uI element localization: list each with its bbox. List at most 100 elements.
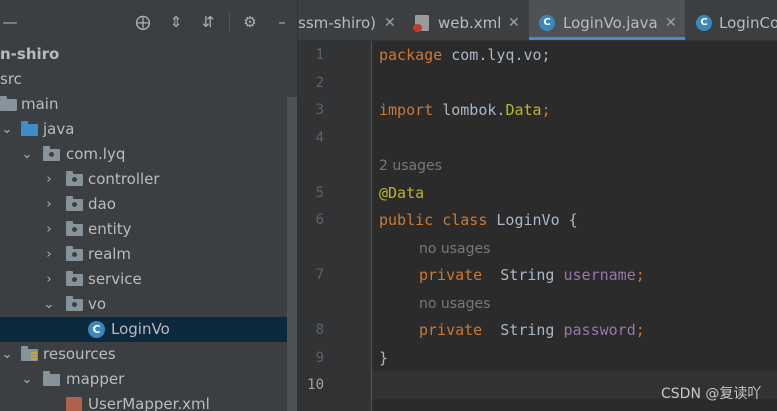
collapse-all-icon[interactable]: ⇵ (198, 12, 218, 32)
tree-item-label: java (43, 120, 75, 138)
close-icon[interactable]: ✕ (508, 0, 520, 40)
toolbar-divider (229, 12, 230, 32)
tree-item-main[interactable]: main (0, 92, 287, 117)
java-class-icon: C (539, 15, 555, 31)
tree-item-dao[interactable]: › dao (0, 192, 287, 217)
chevron-down-icon[interactable]: ⌄ (20, 367, 34, 392)
code-token: String (482, 321, 564, 339)
tree-item-label: UserMapper.xml (88, 395, 210, 411)
package-icon (66, 221, 83, 236)
code-line-5[interactable]: @Data (379, 183, 424, 203)
tree-item-usermapper-xml[interactable]: UserMapper.xml (0, 392, 287, 411)
keyword-token: public class (379, 211, 488, 229)
project-panel: — ⨁ ⇕ ⇵ ⚙ – n-shiro src main ⌄ java ⌄ co… (0, 0, 297, 411)
tree-item-loginvo[interactable]: C LoginVo (0, 317, 287, 342)
chevron-right-icon[interactable]: › (42, 242, 56, 267)
code-token: } (379, 349, 389, 367)
source-folder-icon (21, 121, 38, 136)
resources-folder-icon (21, 346, 38, 361)
tree-item-vo[interactable]: ⌄ vo (0, 292, 287, 317)
line-number: 5 (315, 185, 324, 201)
tab-loginvo-java[interactable]: C LoginVo.java ✕ (529, 0, 685, 40)
keyword-token: import (379, 101, 434, 119)
chevron-down-icon[interactable]: ⌄ (20, 142, 34, 167)
expand-all-icon[interactable]: ⇕ (166, 12, 186, 32)
line-number: 10 (307, 377, 324, 393)
tree-item-service[interactable]: › service (0, 267, 287, 292)
usages-hint[interactable]: no usages (419, 239, 490, 259)
code-token: ; (635, 321, 645, 339)
tree-item-resources[interactable]: ⌄ resources (0, 342, 287, 367)
tree-item-mapper[interactable]: ⌄ mapper (0, 367, 287, 392)
line-number: 1 (315, 47, 324, 63)
tab-web-xml[interactable]: web.xml ✕ (406, 0, 528, 40)
tree-item-label: vo (88, 295, 107, 313)
chevron-right-icon[interactable]: › (42, 167, 56, 192)
tree-item-src[interactable]: src (0, 67, 287, 92)
code-line-8[interactable]: private String password; (419, 320, 645, 340)
tree-item-label: controller (88, 170, 160, 188)
chevron-down-icon[interactable]: ⌄ (0, 342, 14, 367)
project-toolbar: — ⨁ ⇕ ⇵ ⚙ – (0, 0, 297, 40)
tree-item-label: entity (88, 220, 132, 238)
tree-item-label: main (21, 95, 59, 113)
line-number: 9 (315, 350, 324, 366)
tree-item-label: resources (43, 345, 116, 363)
line-number: 7 (315, 267, 324, 283)
usages-hint[interactable]: 2 usages (379, 156, 442, 176)
folder-icon (0, 96, 17, 111)
code-line-3[interactable]: import lombok.Data; (379, 100, 551, 120)
tab-logincontroller[interactable]: C LoginCo (687, 0, 777, 40)
watermark: CSDN @复读吖 (661, 386, 762, 402)
line-number: 8 (315, 322, 324, 338)
tree-item-label: LoginVo (111, 320, 170, 338)
tree-item-com-lyq[interactable]: ⌄ com.lyq (0, 142, 287, 167)
keyword-token: package (379, 46, 443, 64)
code-token: com.lyq.vo; (442, 46, 551, 64)
tab-label: LoginVo.java (563, 14, 658, 32)
line-number: 6 (315, 212, 324, 228)
gear-icon[interactable]: ⚙ (240, 12, 260, 32)
tab-label: web.xml (438, 14, 502, 32)
java-class-icon: C (696, 15, 712, 31)
code-token: lombok. (433, 101, 506, 119)
tree-item-project-root[interactable]: n-shiro (0, 42, 287, 67)
editor-tab-bar: ssm-shiro) ✕ web.xml ✕ C LoginVo.java ✕ … (298, 0, 777, 40)
tree-item-java[interactable]: ⌄ java (0, 117, 287, 142)
xml-file-icon (413, 15, 429, 32)
chevron-down-icon[interactable]: ⌄ (42, 292, 56, 317)
line-number: 4 (315, 130, 324, 146)
package-icon (66, 271, 83, 286)
code-token: ; (541, 101, 551, 119)
locate-icon[interactable]: ⨁ (133, 12, 153, 32)
line-number: 3 (315, 102, 324, 118)
chevron-right-icon[interactable]: › (42, 192, 56, 217)
tree-item-label: dao (88, 195, 116, 213)
chevron-right-icon[interactable]: › (42, 267, 56, 292)
close-icon[interactable]: ✕ (665, 0, 677, 40)
tree-item-realm[interactable]: › realm (0, 242, 287, 267)
code-line-7[interactable]: private String username; (419, 265, 645, 285)
code-line-1[interactable]: package com.lyq.vo; (379, 45, 551, 65)
chevron-right-icon[interactable]: › (42, 217, 56, 242)
tree-item-label: src (0, 70, 22, 88)
package-icon (66, 246, 83, 261)
tree-item-controller[interactable]: › controller (0, 167, 287, 192)
project-scrollbar[interactable] (287, 97, 297, 411)
tree-item-label: realm (88, 245, 132, 263)
code-line-9[interactable]: } (379, 348, 388, 368)
hide-panel-icon[interactable]: – (272, 12, 292, 32)
tree-item-entity[interactable]: › entity (0, 217, 287, 242)
folder-icon (43, 371, 60, 386)
tree-item-label: mapper (66, 370, 125, 388)
chevron-down-icon[interactable]: ⌄ (0, 117, 14, 142)
annotation-token: @Data (379, 184, 425, 202)
field-token: password (563, 321, 636, 339)
code-line-6[interactable]: public class LoginVo { (379, 210, 578, 230)
code-token: LoginVo { (487, 211, 578, 229)
package-icon (66, 196, 83, 211)
minimize-icon[interactable]: — (0, 12, 20, 32)
tab-ssm-shiro[interactable]: ssm-shiro) ✕ (298, 0, 404, 40)
close-icon[interactable]: ✕ (384, 0, 396, 40)
usages-hint[interactable]: no usages (419, 294, 490, 314)
